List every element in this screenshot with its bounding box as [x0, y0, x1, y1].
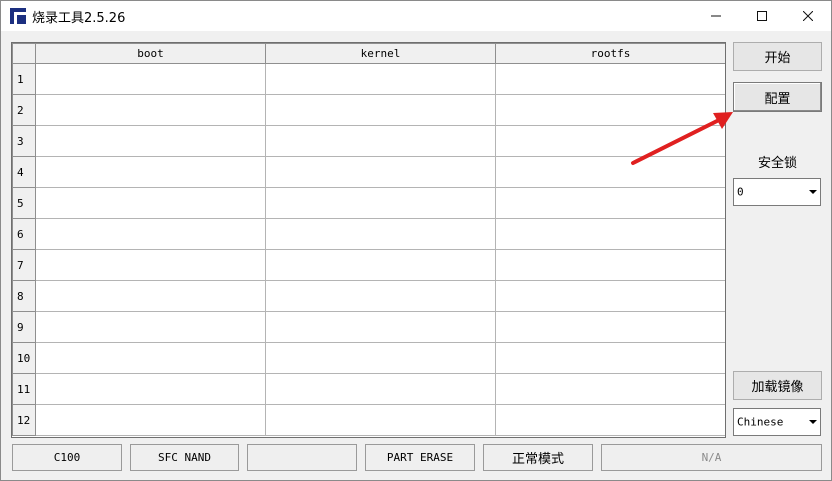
row-number: 1: [12, 63, 36, 95]
start-button[interactable]: 开始: [733, 42, 822, 71]
cell-boot[interactable]: [35, 63, 266, 95]
security-lock-value: 0: [737, 185, 744, 199]
minimize-icon: [711, 15, 721, 17]
row-number: 7: [12, 249, 36, 281]
cell-boot[interactable]: [35, 156, 266, 188]
row-number: 11: [12, 373, 36, 405]
app-logo-icon: [10, 8, 26, 24]
language-select[interactable]: Chinese: [733, 408, 821, 436]
cell-rootfs[interactable]: [495, 63, 725, 95]
status-info: N/A: [601, 444, 822, 471]
row-number: 6: [12, 218, 36, 250]
security-lock-label: 安全锁: [758, 156, 798, 171]
maximize-button[interactable]: [739, 1, 785, 31]
cell-rootfs[interactable]: [495, 218, 725, 250]
window-title: 烧录工具2.5.26: [32, 11, 126, 26]
close-icon: [803, 11, 813, 21]
burn-tool-window: 烧录工具2.5.26 boot kernel rootfs 1 2 3 4 5 …: [0, 0, 832, 481]
status-erase-mode: PART ERASE: [365, 444, 475, 471]
partition-table: boot kernel rootfs 1 2 3 4 5 6 7 8 9 10 11 12: [12, 43, 725, 436]
chevron-down-icon[interactable]: [805, 409, 820, 435]
cell-boot[interactable]: [35, 373, 266, 405]
chevron-down-icon[interactable]: [805, 179, 820, 205]
table-row: 11: [12, 373, 725, 405]
row-number: 4: [12, 156, 36, 188]
table-row: 12: [12, 404, 725, 436]
table-row: 8: [12, 280, 725, 312]
row-number: 9: [12, 311, 36, 343]
row-number: 8: [12, 280, 36, 312]
security-lock-select[interactable]: 0: [733, 178, 821, 206]
status-mode: 正常模式: [483, 444, 593, 471]
language-value: Chinese: [737, 415, 784, 429]
cell-boot[interactable]: [35, 249, 266, 281]
table-row: 2: [12, 94, 725, 126]
table-row: 9: [12, 311, 725, 343]
cell-rootfs[interactable]: [495, 280, 725, 312]
cell-rootfs[interactable]: [495, 187, 725, 219]
status-chip: C100: [12, 444, 122, 471]
cell-kernel[interactable]: [265, 311, 496, 343]
cell-boot[interactable]: [35, 125, 266, 157]
close-button[interactable]: [785, 1, 831, 31]
cell-rootfs[interactable]: [495, 94, 725, 126]
cell-kernel[interactable]: [265, 125, 496, 157]
cell-kernel[interactable]: [265, 63, 496, 95]
column-header-rootfs[interactable]: rootfs: [495, 43, 725, 64]
cell-rootfs[interactable]: [495, 404, 725, 436]
cell-kernel[interactable]: [265, 373, 496, 405]
row-number: 5: [12, 187, 36, 219]
table-row: 7: [12, 249, 725, 281]
title-bar: 烧录工具2.5.26: [1, 1, 831, 31]
cell-kernel[interactable]: [265, 342, 496, 374]
config-button[interactable]: 配置: [733, 82, 822, 112]
cell-rootfs[interactable]: [495, 125, 725, 157]
cell-boot[interactable]: [35, 187, 266, 219]
cell-kernel[interactable]: [265, 94, 496, 126]
table-row: 1: [12, 63, 725, 95]
cell-kernel[interactable]: [265, 187, 496, 219]
cell-boot[interactable]: [35, 404, 266, 436]
cell-rootfs[interactable]: [495, 311, 725, 343]
cell-kernel[interactable]: [265, 404, 496, 436]
minimize-button[interactable]: [693, 1, 739, 31]
cell-rootfs[interactable]: [495, 156, 725, 188]
table-row: 4: [12, 156, 725, 188]
corner-cell: [12, 43, 36, 64]
status-flash-type: SFC NAND: [130, 444, 239, 471]
load-image-button[interactable]: 加载镜像: [733, 371, 822, 400]
status-empty: [247, 444, 357, 471]
cell-kernel[interactable]: [265, 218, 496, 250]
table-row: 10: [12, 342, 725, 374]
cell-rootfs[interactable]: [495, 249, 725, 281]
table-row: 3: [12, 125, 725, 157]
cell-boot[interactable]: [35, 311, 266, 343]
cell-kernel[interactable]: [265, 249, 496, 281]
row-number: 10: [12, 342, 36, 374]
header-row: boot kernel rootfs: [12, 43, 725, 64]
cell-boot[interactable]: [35, 280, 266, 312]
cell-boot[interactable]: [35, 218, 266, 250]
cell-boot[interactable]: [35, 342, 266, 374]
row-number: 12: [12, 404, 36, 436]
column-header-kernel[interactable]: kernel: [265, 43, 496, 64]
partition-grid[interactable]: boot kernel rootfs 1 2 3 4 5 6 7 8 9 10 11 12: [11, 42, 726, 438]
table-row: 6: [12, 218, 725, 250]
cell-rootfs[interactable]: [495, 373, 725, 405]
maximize-icon: [757, 11, 767, 21]
column-header-boot[interactable]: boot: [35, 43, 266, 64]
row-number: 2: [12, 94, 36, 126]
cell-rootfs[interactable]: [495, 342, 725, 374]
cell-kernel[interactable]: [265, 280, 496, 312]
table-row: 5: [12, 187, 725, 219]
row-number: 3: [12, 125, 36, 157]
cell-boot[interactable]: [35, 94, 266, 126]
cell-kernel[interactable]: [265, 156, 496, 188]
